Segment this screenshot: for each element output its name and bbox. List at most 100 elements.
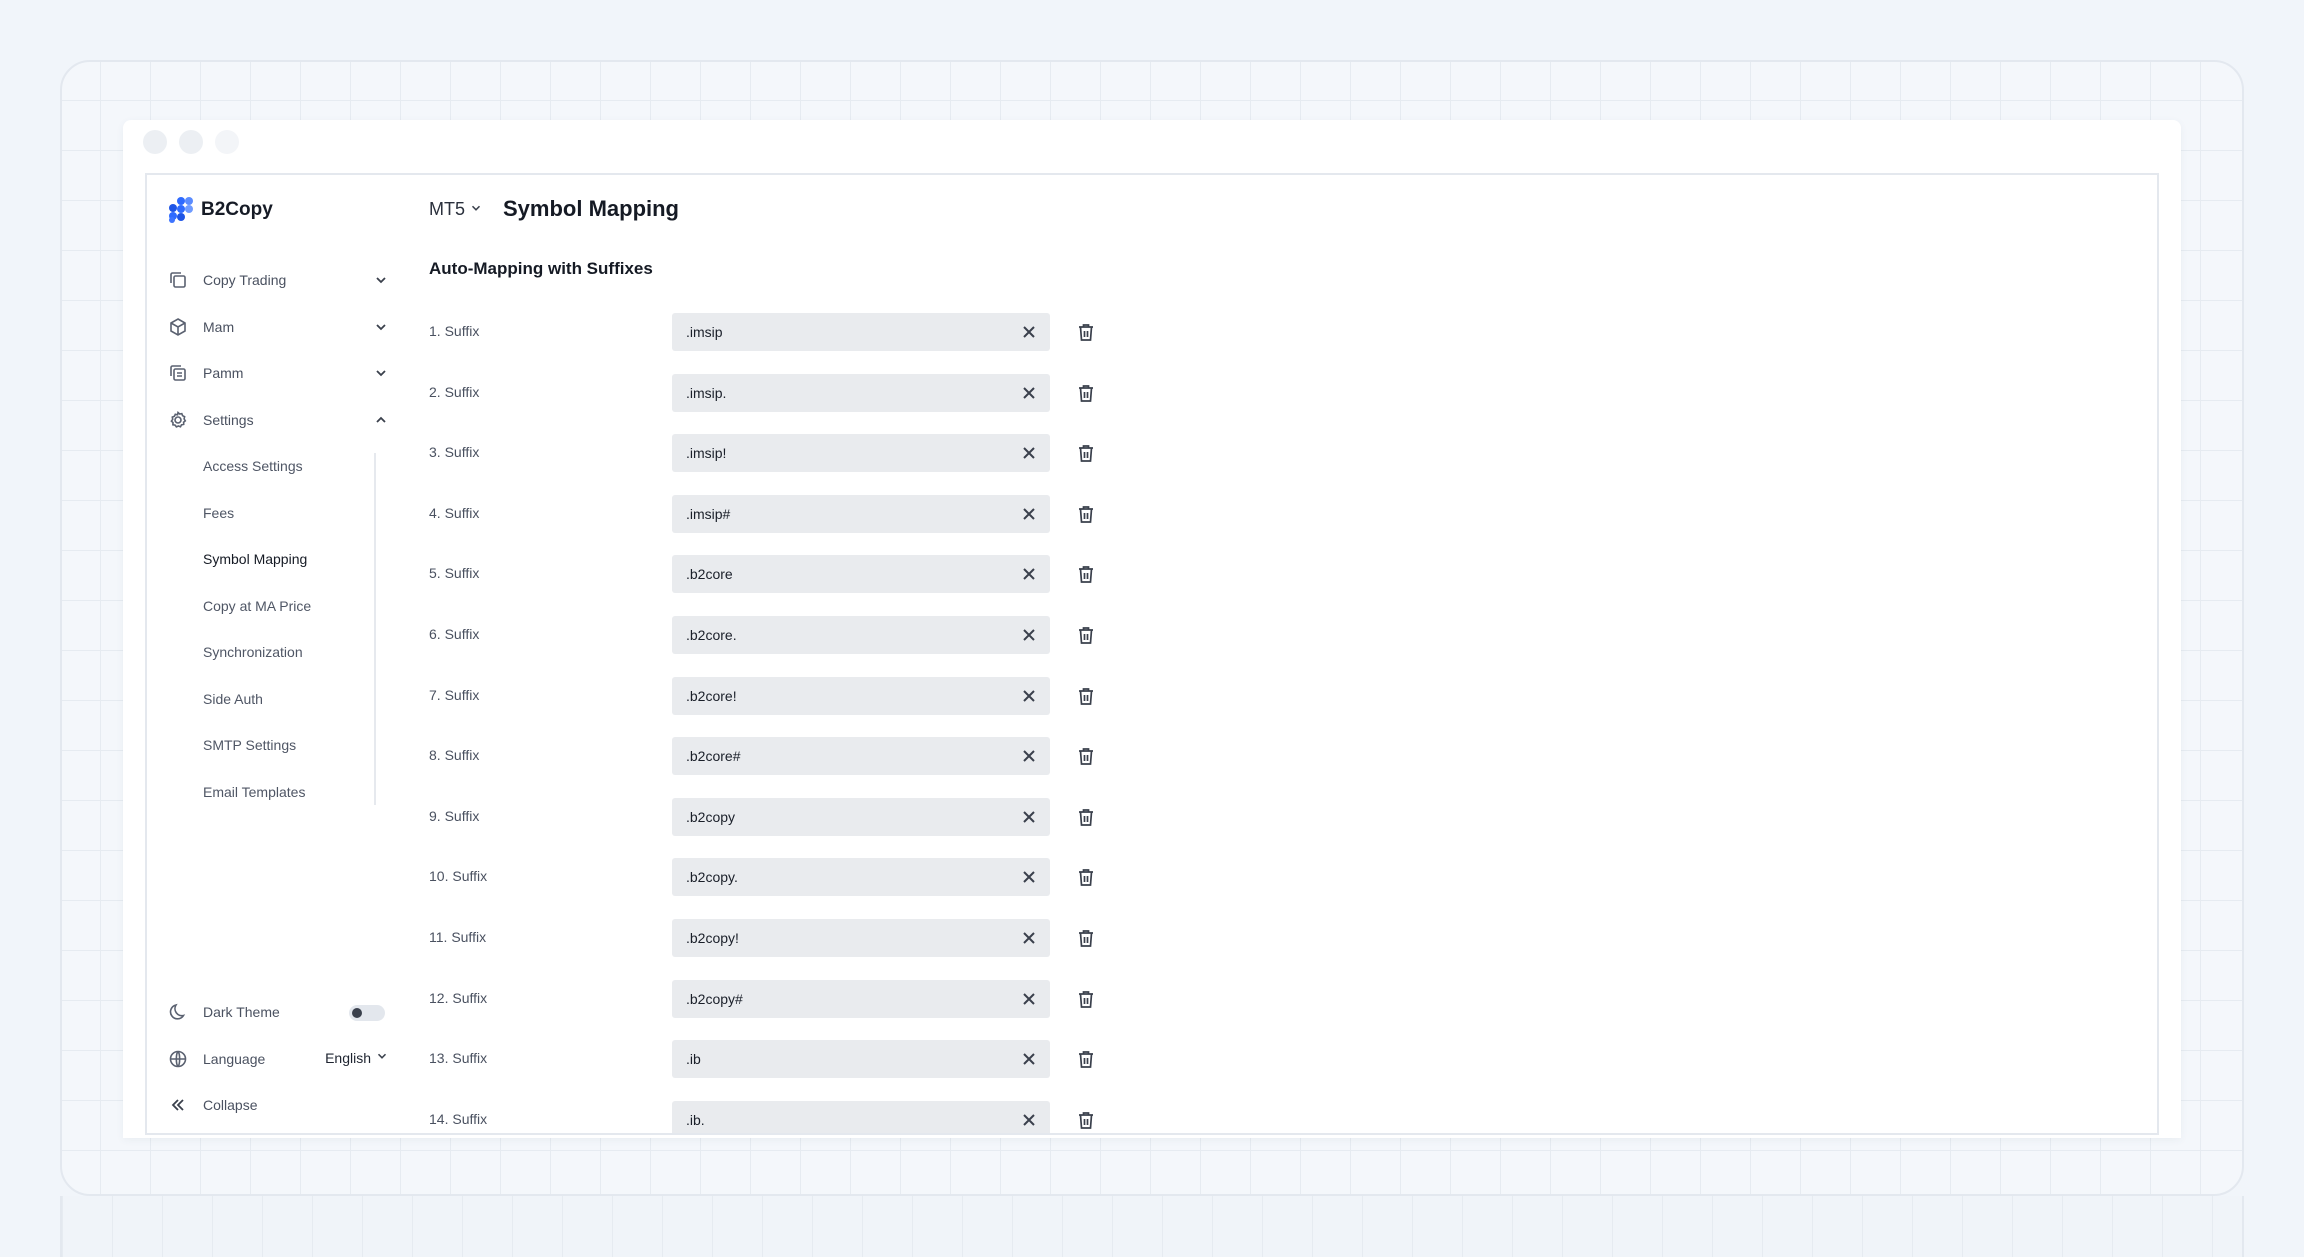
- suffix-row: 9. Suffix .b2copy: [429, 797, 1129, 836]
- suffix-label: 3. Suffix: [429, 444, 480, 461]
- suffix-input[interactable]: .b2core#: [672, 737, 1050, 776]
- sidebar-subitem-access-settings[interactable]: Access Settings: [203, 458, 303, 474]
- platform-select[interactable]: MT5: [429, 199, 483, 220]
- globe-icon: [167, 1048, 189, 1070]
- suffix-input[interactable]: .b2copy.: [672, 858, 1050, 897]
- trash-icon[interactable]: [1075, 745, 1097, 767]
- sidebar-subitem-copy-at-ma-price[interactable]: Copy at MA Price: [203, 598, 311, 614]
- clear-icon[interactable]: [1020, 868, 1038, 886]
- clear-icon[interactable]: [1020, 444, 1038, 462]
- suffix-input[interactable]: .ib.: [672, 1100, 1050, 1133]
- clear-icon[interactable]: [1020, 687, 1038, 705]
- logo-icon: [167, 197, 193, 223]
- suffix-label: 11. Suffix: [429, 929, 487, 945]
- trash-icon[interactable]: [1075, 988, 1097, 1010]
- suffix-label: 13. Suffix: [429, 1050, 488, 1067]
- suffix-input[interactable]: .imsip.: [672, 373, 1050, 412]
- gear-icon: [167, 409, 189, 431]
- sidebar-item-label: Mam: [203, 319, 235, 335]
- clear-icon[interactable]: [1020, 990, 1038, 1008]
- suffix-input[interactable]: .imsip!: [672, 434, 1050, 473]
- clear-icon[interactable]: [1020, 1050, 1038, 1068]
- main-content: MT5 Symbol Mapping Auto-Mapping with Suf…: [429, 175, 2157, 1133]
- sidebar-subitem-synchronization[interactable]: Synchronization: [203, 644, 303, 660]
- dark-theme-row: Dark Theme: [167, 997, 389, 1027]
- logo[interactable]: B2Copy: [167, 197, 273, 223]
- chevron-up-icon: [373, 412, 389, 431]
- window-maximize-dot[interactable]: [215, 130, 239, 154]
- suffix-row: 8. Suffix .b2core#: [429, 737, 1129, 776]
- page-title: Symbol Mapping: [503, 196, 679, 221]
- collapse-button[interactable]: Collapse: [167, 1090, 389, 1120]
- suffix-input[interactable]: .b2core!: [672, 676, 1050, 715]
- clear-icon[interactable]: [1020, 808, 1038, 826]
- suffix-input[interactable]: .b2core.: [672, 616, 1050, 654]
- chevron-down-icon: [373, 319, 389, 338]
- suffix-input[interactable]: .imsip#: [672, 494, 1050, 533]
- chevron-down-icon: [469, 199, 483, 220]
- suffix-label: 4. Suffix: [429, 504, 480, 521]
- chevron-down-icon: [373, 365, 389, 384]
- trash-icon[interactable]: [1075, 382, 1097, 404]
- clear-icon[interactable]: [1020, 505, 1038, 523]
- page-header: MT5 Symbol Mapping: [429, 196, 679, 222]
- suffix-label: 14. Suffix: [429, 1110, 488, 1127]
- sidebar-item-settings[interactable]: Settings: [167, 405, 389, 435]
- clear-icon[interactable]: [1020, 747, 1038, 765]
- section-title: Auto-Mapping with Suffixes: [429, 259, 653, 278]
- copy-icon: [167, 269, 189, 291]
- dark-theme-toggle[interactable]: [349, 1005, 385, 1021]
- sidebar-item-label: Pamm: [203, 365, 244, 381]
- clear-icon[interactable]: [1020, 929, 1038, 947]
- window-minimize-dot[interactable]: [179, 130, 203, 154]
- collapse-label: Collapse: [203, 1097, 258, 1113]
- trash-icon[interactable]: [1075, 866, 1097, 888]
- suffix-row: 5. Suffix .b2core: [429, 555, 1129, 594]
- clear-icon[interactable]: [1020, 384, 1038, 402]
- sidebar-item-mam[interactable]: Mam: [167, 312, 389, 342]
- trash-icon[interactable]: [1075, 321, 1097, 343]
- sidebar-subitem-smtp-settings[interactable]: SMTP Settings: [203, 737, 296, 753]
- clear-icon[interactable]: [1020, 323, 1038, 341]
- backdrop-strip: [60, 1196, 2244, 1257]
- clear-icon[interactable]: [1020, 1111, 1038, 1129]
- sidebar-item-label: Settings: [203, 412, 254, 428]
- suffix-label: 9. Suffix: [429, 807, 480, 824]
- sidebar-subitem-symbol-mapping[interactable]: Symbol Mapping: [203, 551, 307, 567]
- suffix-input[interactable]: .b2copy!: [672, 919, 1050, 957]
- trash-icon[interactable]: [1075, 806, 1097, 828]
- suffix-row: 6. Suffix .b2core.: [429, 616, 1129, 654]
- trash-icon[interactable]: [1075, 1109, 1097, 1131]
- clear-icon[interactable]: [1020, 565, 1038, 583]
- chevron-down-icon: [373, 272, 389, 291]
- suffix-input[interactable]: .b2core: [672, 555, 1050, 594]
- moon-icon: [167, 1001, 189, 1023]
- window-close-dot[interactable]: [143, 130, 167, 154]
- trash-icon[interactable]: [1075, 563, 1097, 585]
- trash-icon[interactable]: [1075, 442, 1097, 464]
- sidebar-subitem-email-templates[interactable]: Email Templates: [203, 784, 305, 800]
- suffix-input[interactable]: .imsip: [672, 313, 1050, 351]
- sidebar-item-pamm[interactable]: Pamm: [167, 358, 389, 388]
- suffix-input[interactable]: .ib: [672, 1040, 1050, 1079]
- sidebar-item-label: Copy Trading: [203, 272, 287, 288]
- language-value: English: [325, 1049, 371, 1066]
- suffix-row: 7. Suffix .b2core!: [429, 676, 1129, 715]
- suffix-row: 3. Suffix .imsip!: [429, 434, 1129, 473]
- double-chevron-left-icon: [167, 1094, 189, 1116]
- language-row: Language English: [167, 1044, 389, 1074]
- chevron-down-icon: [375, 1049, 389, 1066]
- clear-icon[interactable]: [1020, 626, 1038, 644]
- trash-icon[interactable]: [1075, 685, 1097, 707]
- suffix-input[interactable]: .b2copy#: [672, 979, 1050, 1018]
- trash-icon[interactable]: [1075, 927, 1097, 949]
- language-select[interactable]: English: [325, 1049, 389, 1066]
- suffix-input[interactable]: .b2copy: [672, 797, 1050, 836]
- sidebar-subitem-fees[interactable]: Fees: [203, 505, 234, 521]
- sidebar-item-copy-trading[interactable]: Copy Trading: [167, 265, 389, 295]
- trash-icon[interactable]: [1075, 624, 1097, 646]
- sidebar-subitem-side-auth[interactable]: Side Auth: [203, 691, 263, 707]
- trash-icon[interactable]: [1075, 1048, 1097, 1070]
- suffix-row: 10. Suffix .b2copy.: [429, 858, 1129, 897]
- trash-icon[interactable]: [1075, 503, 1097, 525]
